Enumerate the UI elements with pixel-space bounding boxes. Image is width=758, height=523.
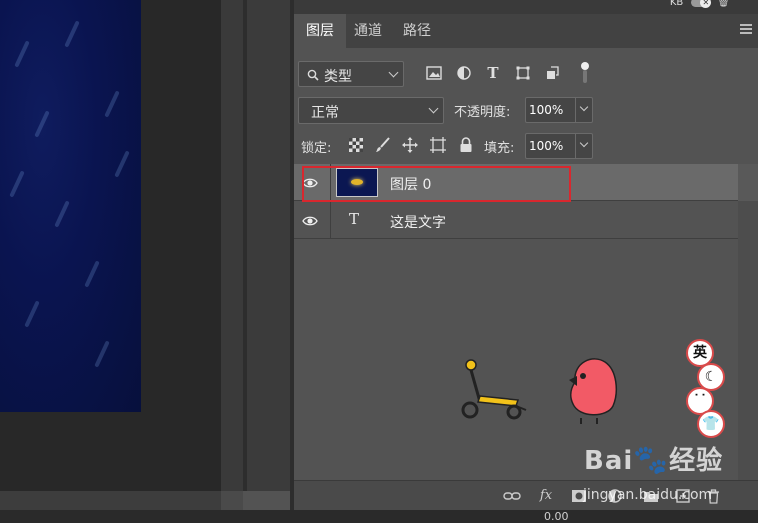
panel-menu-icon[interactable] bbox=[740, 24, 752, 36]
fx-button[interactable]: fx bbox=[536, 487, 556, 505]
chevron-down-icon bbox=[579, 138, 589, 148]
watermark-logo: Bai🐾经验 bbox=[584, 443, 724, 476]
shape-layer-filter-icon[interactable] bbox=[514, 64, 532, 82]
tab-paths[interactable]: 路径 bbox=[392, 14, 442, 48]
status-text: 0.00 bbox=[544, 510, 569, 523]
scrollbar-thumb[interactable] bbox=[738, 164, 758, 201]
lock-row: 锁定: 填充: 100% bbox=[294, 132, 758, 160]
watermark-url: jingyan.baidu.com bbox=[583, 487, 713, 503]
canvas-pasteboard bbox=[221, 0, 243, 491]
cloud-toggle[interactable]: ✕ bbox=[691, 0, 712, 8]
lock-image-pixels-icon[interactable] bbox=[374, 136, 392, 154]
eye-icon bbox=[302, 216, 318, 226]
chevron-down-icon bbox=[579, 102, 589, 112]
link-layers-icon[interactable] bbox=[502, 487, 522, 505]
canvas-image bbox=[0, 0, 141, 412]
trash-icon[interactable]: 🗑 bbox=[717, 0, 730, 8]
fill-value: 100% bbox=[529, 139, 564, 153]
topbar-label: KB bbox=[669, 0, 684, 8]
lock-artboard-icon[interactable] bbox=[429, 136, 447, 154]
scrollbar-corner bbox=[221, 491, 243, 510]
fill-slider-button[interactable] bbox=[575, 134, 592, 158]
visibility-toggle[interactable] bbox=[294, 202, 331, 239]
document-canvas[interactable] bbox=[0, 0, 221, 491]
smart-object-filter-icon[interactable] bbox=[544, 64, 562, 82]
filter-kind-label: 类型 bbox=[324, 69, 352, 85]
panel-tabbar: 图层 通道 路径 bbox=[294, 14, 758, 48]
blend-mode-select[interactable]: 正常 bbox=[298, 97, 444, 124]
chevron-down-icon bbox=[428, 103, 439, 114]
adjustment-layer-filter-icon[interactable] bbox=[455, 64, 473, 82]
bird-sticker bbox=[569, 358, 618, 424]
lock-label: 锁定: bbox=[301, 141, 332, 156]
collapsed-panel-strip bbox=[247, 0, 290, 491]
sticker-badge: 👕 bbox=[697, 410, 725, 438]
layer-name[interactable]: 这是文字 bbox=[390, 212, 446, 232]
pixel-layer-filter-icon[interactable] bbox=[425, 64, 443, 82]
lock-transparent-pixels-icon[interactable] bbox=[349, 138, 363, 152]
opacity-slider-button[interactable] bbox=[575, 98, 592, 122]
blend-mode-label: 正常 bbox=[311, 105, 339, 121]
tab-channels[interactable]: 通道 bbox=[346, 14, 390, 48]
lock-all-icon[interactable] bbox=[457, 136, 475, 154]
close-icon: ✕ bbox=[700, 0, 712, 8]
search-icon bbox=[307, 69, 319, 81]
horizontal-scrollbar[interactable] bbox=[0, 491, 243, 510]
scooter-sticker bbox=[461, 359, 527, 420]
layers-panel: KB ✕ 🗑 图层 通道 路径 类型 T 正常 不透明度: 100% 锁定: 填… bbox=[294, 0, 758, 510]
status-bar: 0.00 bbox=[0, 510, 758, 523]
opacity-value: 100% bbox=[529, 103, 564, 117]
type-layer-filter-icon[interactable]: T bbox=[484, 64, 502, 82]
layers-list: 图层 0 T 这是文字 bbox=[294, 164, 738, 480]
opacity-label: 不透明度: bbox=[454, 105, 511, 120]
blend-row: 正常 不透明度: 100% bbox=[294, 96, 758, 126]
fill-input[interactable]: 100% bbox=[525, 133, 593, 159]
text-layer-icon: T bbox=[349, 210, 360, 228]
tab-layers[interactable]: 图层 bbox=[294, 14, 346, 48]
layers-scrollbar[interactable] bbox=[738, 164, 758, 480]
opacity-input[interactable]: 100% bbox=[525, 97, 593, 123]
annotation-highlight-box bbox=[302, 166, 571, 202]
fill-label: 填充: bbox=[484, 141, 515, 156]
lock-position-icon[interactable] bbox=[401, 136, 419, 154]
chevron-down-icon bbox=[388, 67, 399, 78]
filter-toggle-icon[interactable] bbox=[576, 62, 594, 83]
panel-topbar: KB ✕ 🗑 bbox=[294, 0, 758, 14]
layer-row[interactable]: T 这是文字 bbox=[294, 202, 738, 239]
layer-filter-row: 类型 T bbox=[294, 56, 758, 90]
filter-kind-select[interactable]: 类型 bbox=[298, 61, 404, 87]
top-controls: KB ✕ 🗑 bbox=[670, 0, 730, 8]
